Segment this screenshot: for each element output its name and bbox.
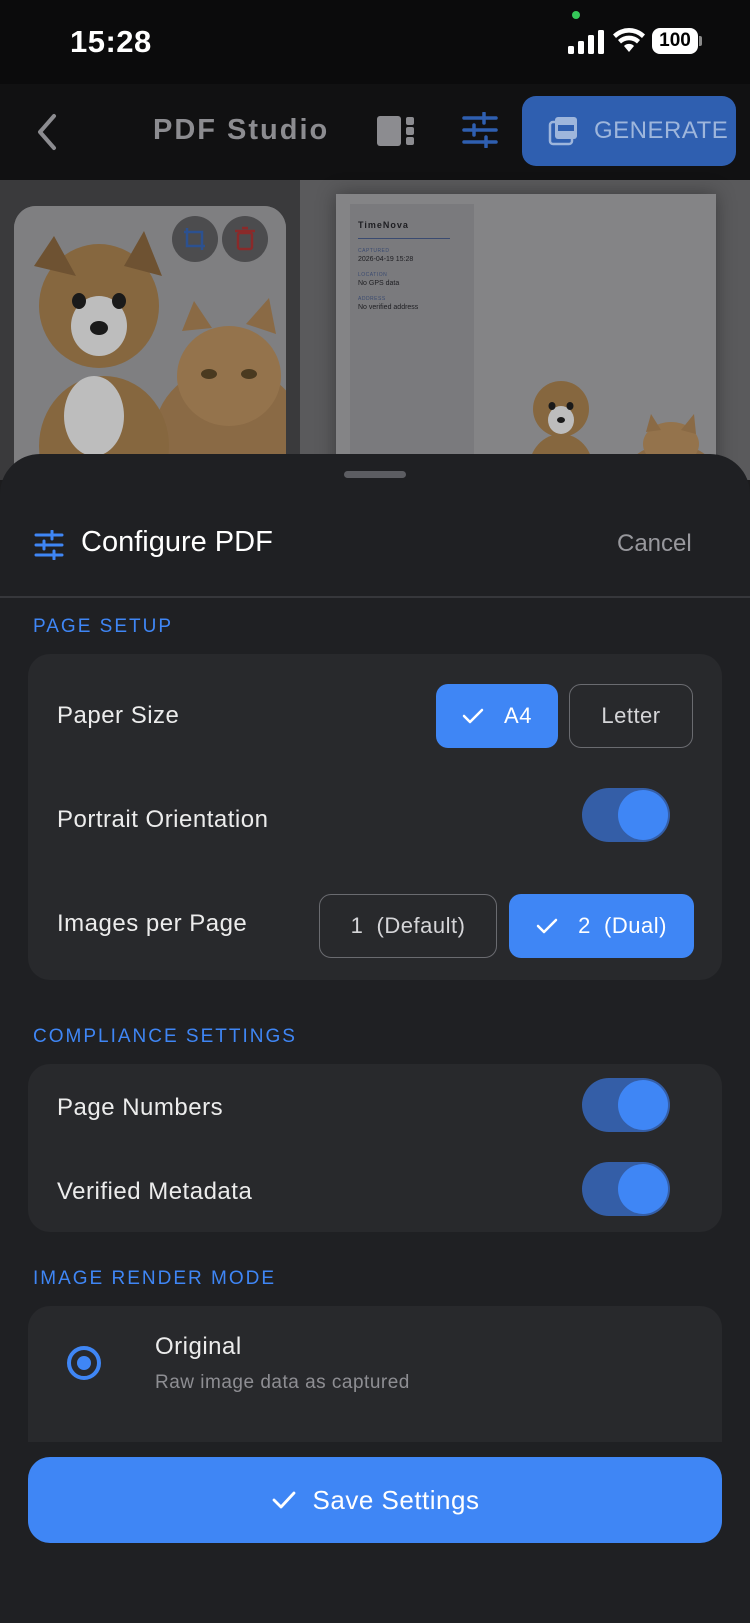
paper-option-label: Letter [601,703,661,728]
app-bar: PDF Studio GENERATE [0,84,750,180]
paper-size-label: Paper Size [57,702,180,729]
page-numbers-label: Page Numbers [57,1094,224,1121]
compliance-card: Page Numbers Verified Metadata [28,1064,722,1232]
configure-pdf-sheet: Configure PDF Cancel PAGE SETUP Paper Si… [0,454,750,1623]
sheet-drag-handle[interactable] [344,471,406,478]
page-brand: TimeNova [358,220,409,230]
images-option-label: 1 (Default) [350,913,466,938]
layout-icon[interactable] [377,114,415,148]
image-thumbnail[interactable] [14,206,286,486]
tune-icon [34,530,64,560]
cellular-signal-icon [568,30,604,54]
meta-value: No verified address [358,304,419,311]
back-arrow-icon[interactable] [30,112,66,152]
section-label-render-mode: IMAGE RENDER MODE [33,1268,277,1289]
generate-label: GENERATE [594,117,729,144]
meta-value: No GPS data [358,280,400,287]
images-option-label: 2 (Dual) [578,913,667,938]
portrait-orientation-toggle[interactable] [582,788,670,842]
generate-button[interactable]: GENERATE [522,96,736,166]
metadata-panel: TimeNova CAPTURED 2026-04-19 15:28 LOCAT… [350,204,474,494]
app-title: PDF Studio [153,114,330,146]
battery-level: 100 [652,28,698,54]
camera-indicator-dot [572,11,580,19]
header-divider [0,596,750,598]
section-label-compliance: COMPLIANCE SETTINGS [33,1026,297,1047]
page-numbers-toggle[interactable] [582,1078,670,1132]
check-icon [536,918,558,934]
crop-icon [184,228,205,250]
pdf-icon [548,117,577,146]
verified-metadata-toggle[interactable] [582,1162,670,1216]
paper-option-letter[interactable]: Letter [569,684,693,748]
meta-key: ADDRESS [358,296,386,302]
tune-icon[interactable] [462,112,498,148]
status-time: 15:28 [70,24,152,59]
radio-selected-icon[interactable] [67,1346,101,1380]
pdf-preview: TimeNova CAPTURED 2026-04-19 15:28 LOCAT… [300,180,750,494]
meta-key: LOCATION [358,272,388,278]
check-icon [272,1491,295,1509]
meta-value: 2026-04-19 15:28 [358,256,414,263]
paper-option-a4[interactable]: A4 [436,684,558,748]
images-per-page-label: Images per Page [57,910,248,937]
meta-key: CAPTURED [358,248,390,254]
status-bar: 15:28 100 [0,0,750,84]
section-label-page-setup: PAGE SETUP [33,616,174,637]
delete-button[interactable] [222,216,268,262]
battery-icon: 100 [652,28,702,54]
render-option-original[interactable]: Original Raw image data as captured [28,1306,722,1436]
trash-icon [235,226,255,251]
images-option-1[interactable]: 1 (Default) [319,894,497,958]
pdf-page: TimeNova CAPTURED 2026-04-19 15:28 LOCAT… [336,194,716,494]
wifi-icon [613,28,645,52]
save-settings-label: Save Settings [312,1484,480,1515]
save-settings-button[interactable]: Save Settings [28,1457,722,1543]
paper-option-label: A4 [504,703,532,728]
sheet-title: Configure PDF [81,526,273,558]
sheet-header: Configure PDF Cancel [0,494,750,598]
preview-area: TimeNova CAPTURED 2026-04-19 15:28 LOCAT… [0,180,750,494]
crop-button[interactable] [172,216,218,262]
render-option-subtitle: Raw image data as captured [155,1372,410,1393]
cancel-button[interactable]: Cancel [617,530,692,558]
portrait-orientation-label: Portrait Orientation [57,806,269,833]
render-option-title: Original [155,1333,242,1360]
images-option-2[interactable]: 2 (Dual) [509,894,694,958]
verified-metadata-label: Verified Metadata [57,1178,253,1205]
check-icon [462,708,484,724]
page-setup-card: Paper Size A4 Letter Portrait Orientatio… [28,654,722,980]
